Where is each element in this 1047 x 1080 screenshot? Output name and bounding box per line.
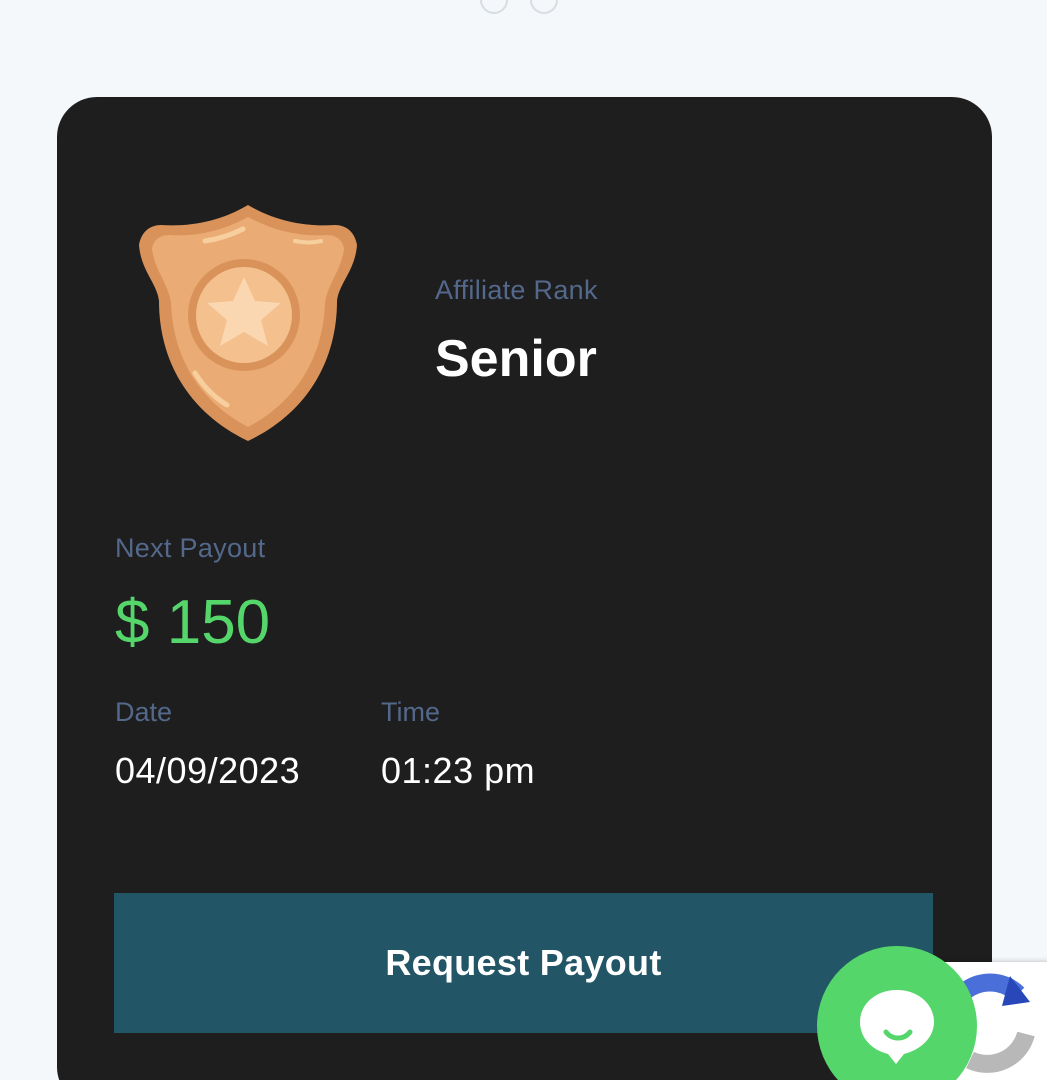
payout-date-value: 04/09/2023 bbox=[115, 750, 301, 791]
request-payout-button[interactable]: Request Payout bbox=[114, 893, 933, 1033]
affiliate-rank-label: Affiliate Rank bbox=[435, 275, 598, 305]
chat-bubble-icon bbox=[860, 990, 934, 1064]
affiliate-rank-value: Senior bbox=[435, 330, 597, 388]
next-payout-label: Next Payout bbox=[115, 533, 266, 563]
carousel-pager bbox=[480, 0, 558, 28]
payout-page: Affiliate Rank Senior Next Payout $ 150 … bbox=[0, 0, 1047, 1080]
pager-dot[interactable] bbox=[480, 0, 508, 14]
shield-star-badge-icon bbox=[139, 205, 357, 441]
pager-dot[interactable] bbox=[530, 0, 558, 14]
payout-time-label: Time bbox=[381, 697, 440, 727]
payout-date-label: Date bbox=[115, 697, 173, 727]
next-payout-amount: $ 150 bbox=[115, 588, 271, 657]
affiliate-card: Affiliate Rank Senior Next Payout $ 150 … bbox=[57, 97, 992, 1080]
payout-time-value: 01:23 pm bbox=[381, 750, 536, 791]
